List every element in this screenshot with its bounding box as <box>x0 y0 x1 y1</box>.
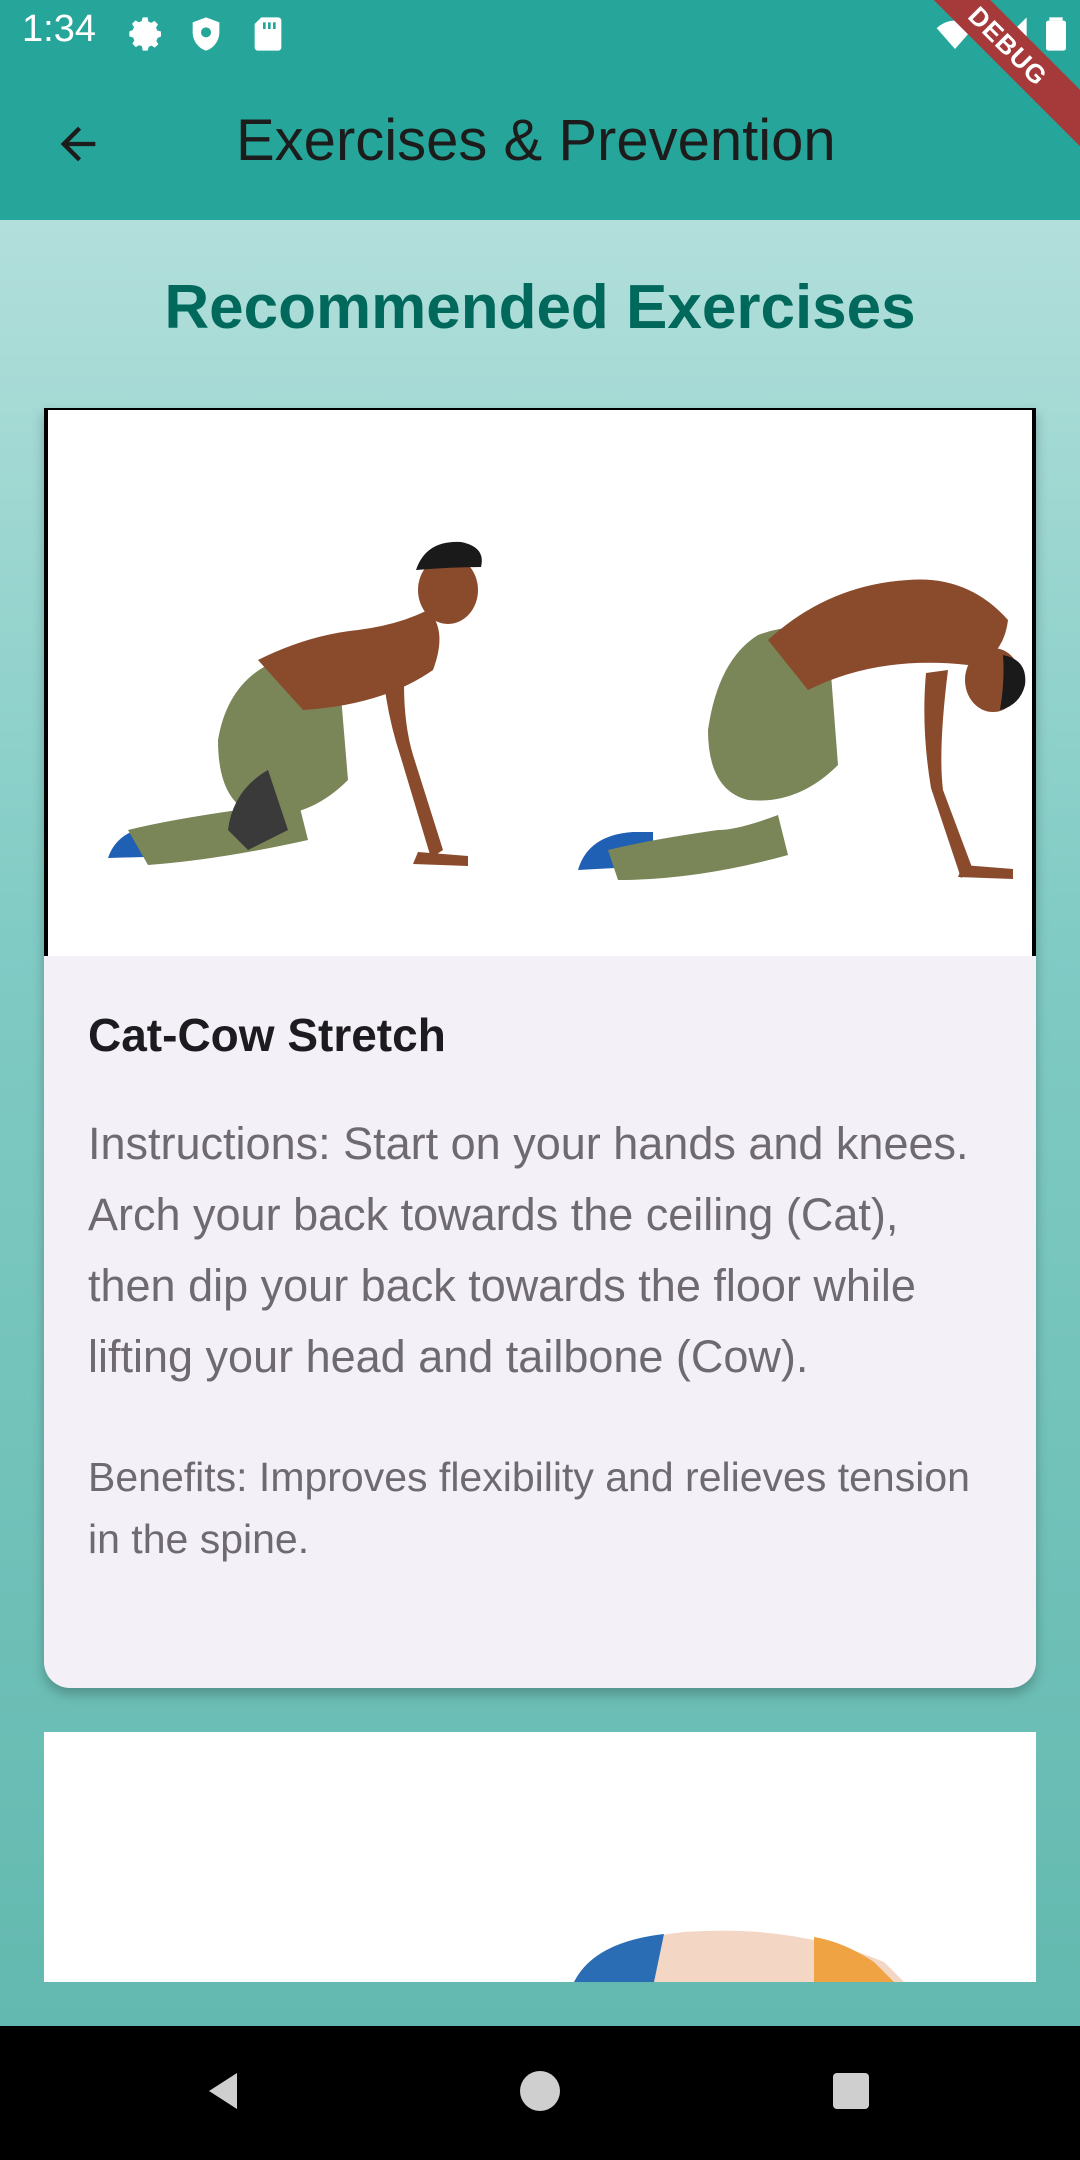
back-triangle-icon <box>201 2067 249 2120</box>
gear-icon <box>126 14 166 54</box>
home-circle-icon <box>516 2067 564 2120</box>
arrow-left-icon <box>52 118 104 175</box>
figure-cat-pose <box>578 579 1026 880</box>
exercise-image <box>44 408 1036 956</box>
nav-home-button[interactable] <box>505 2058 575 2128</box>
exercise-title: Cat-Cow Stretch <box>88 1009 446 1061</box>
section-title: Recommended Exercises <box>164 273 916 342</box>
exercise-card[interactable]: Cat-Cow Stretch Instructions: Start on y… <box>44 408 1036 1688</box>
exercise-benefits: Benefits: Improves flexibility and relie… <box>88 1454 970 1562</box>
app-bar-title: Exercises & Prevention <box>236 108 836 173</box>
app-screen: 1:34 DEBUG Exercises & Prevention Recomm… <box>0 0 1080 2160</box>
figure-cow-pose <box>108 541 482 866</box>
system-nav-bar <box>0 2026 1080 2160</box>
recents-square-icon <box>827 2067 875 2120</box>
sd-card-icon <box>248 14 288 54</box>
nav-recents-button[interactable] <box>816 2058 886 2128</box>
back-button[interactable] <box>38 106 118 186</box>
nav-back-button[interactable] <box>190 2058 260 2128</box>
exercise-instructions: Instructions: Start on your hands and kn… <box>88 1118 969 1382</box>
battery-icon <box>1036 14 1076 54</box>
shield-icon <box>186 14 226 54</box>
app-bar: Exercises & Prevention <box>0 66 1080 220</box>
exercise-image-partial <box>44 1732 1036 1982</box>
exercise-list[interactable]: Recommended Exercises Cat-Cow Stretch In… <box>0 220 1080 2026</box>
exercise-card-partial[interactable] <box>44 1732 1036 1982</box>
status-bar: 1:34 <box>0 0 1080 66</box>
status-time: 1:34 <box>22 8 96 50</box>
